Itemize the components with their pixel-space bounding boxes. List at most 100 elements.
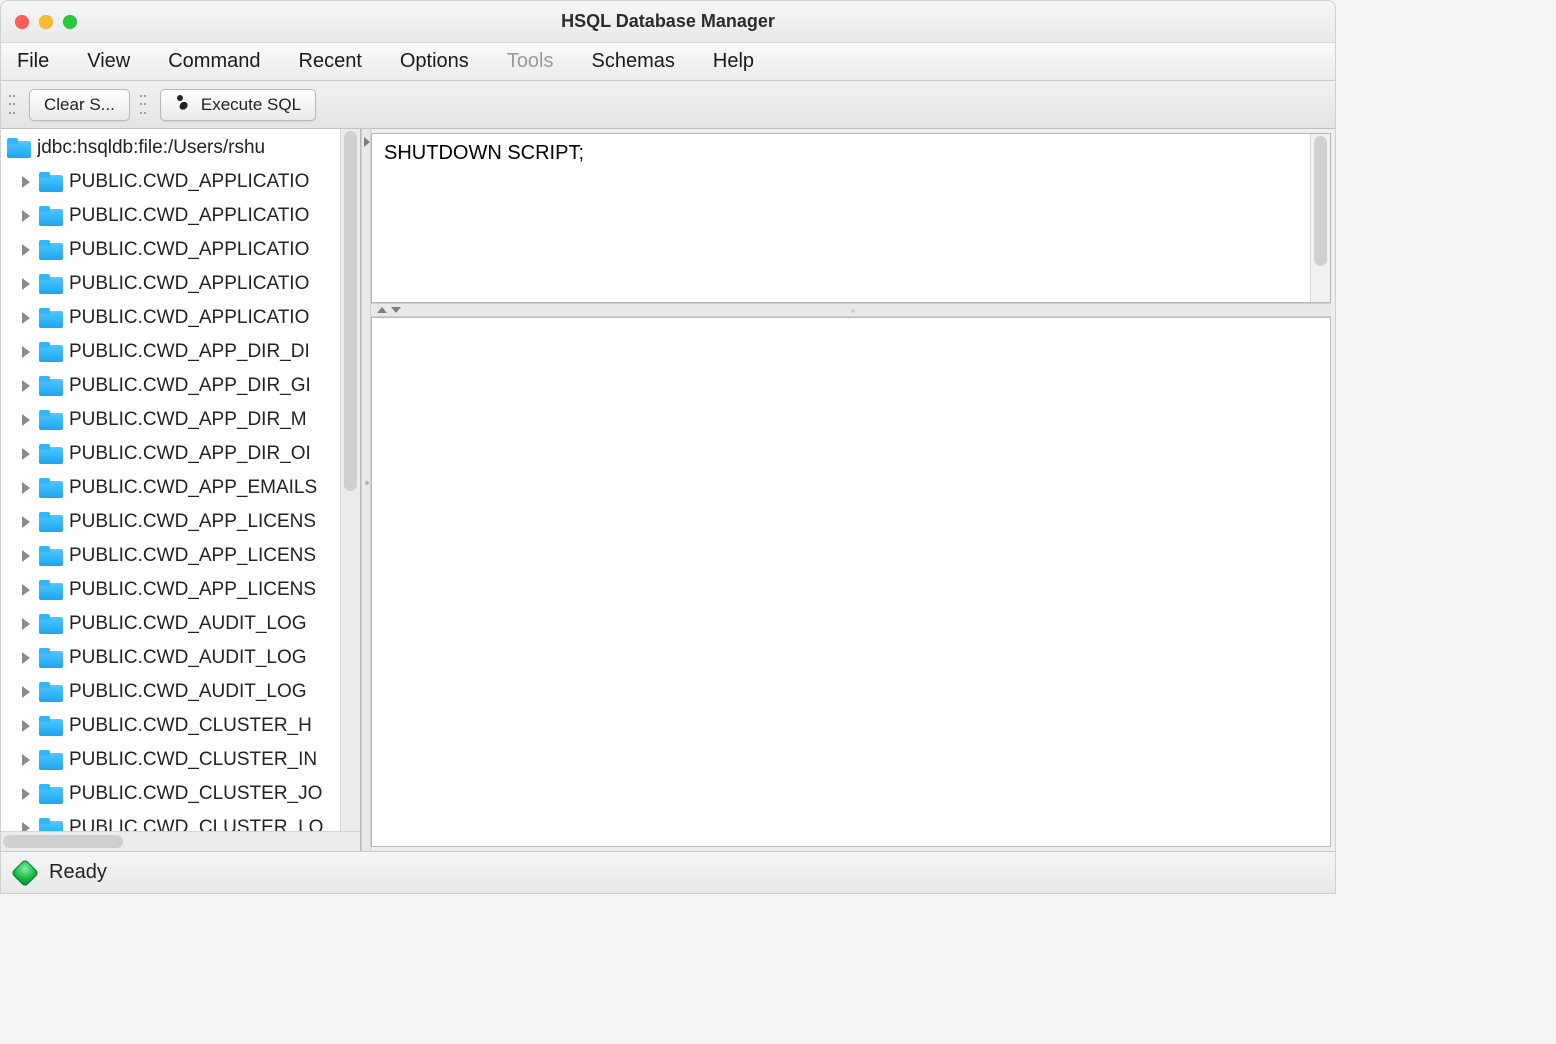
folder-icon xyxy=(39,478,63,498)
menu-tools: Tools xyxy=(499,46,562,77)
menu-file[interactable]: File xyxy=(9,46,57,77)
scrollbar-thumb[interactable] xyxy=(3,835,123,848)
chevron-right-icon xyxy=(19,344,35,360)
tree-item[interactable]: PUBLIC.CWD_APPLICATIO xyxy=(5,301,360,335)
tree-item[interactable]: PUBLIC.CWD_AUDIT_LOG xyxy=(5,607,360,641)
chevron-right-icon xyxy=(19,684,35,700)
tree-root[interactable]: jdbc:hsqldb:file:/Users/rshu xyxy=(5,131,360,165)
chevron-right-icon xyxy=(19,174,35,190)
chevron-right-icon xyxy=(19,480,35,496)
status-text: Ready xyxy=(49,861,107,884)
folder-icon xyxy=(39,410,63,430)
chevron-right-icon xyxy=(19,378,35,394)
editor-vertical-scrollbar[interactable] xyxy=(1310,134,1330,302)
tree-item[interactable]: PUBLIC.CWD_AUDIT_LOG xyxy=(5,641,360,675)
menu-view[interactable]: View xyxy=(79,46,138,77)
tree-item[interactable]: PUBLIC.CWD_APP_LICENS xyxy=(5,505,360,539)
folder-icon xyxy=(39,206,63,226)
chevron-right-icon xyxy=(19,718,35,734)
schema-tree-scroll[interactable]: jdbc:hsqldb:file:/Users/rshu PUBLIC.CWD_… xyxy=(1,129,360,831)
tree-item-label: PUBLIC.CWD_AUDIT_LOG xyxy=(69,647,307,669)
folder-icon xyxy=(39,614,63,634)
menu-options[interactable]: Options xyxy=(392,46,477,77)
tree-item-label: PUBLIC.CWD_CLUSTER_H xyxy=(69,715,312,737)
folder-icon xyxy=(39,716,63,736)
tree-item-label: PUBLIC.CWD_APP_LICENS xyxy=(69,579,316,601)
schema-tree[interactable]: jdbc:hsqldb:file:/Users/rshu PUBLIC.CWD_… xyxy=(1,129,360,831)
scrollbar-thumb[interactable] xyxy=(1314,136,1327,266)
sql-input[interactable] xyxy=(372,134,1310,302)
folder-icon xyxy=(39,580,63,600)
schema-tree-panel: jdbc:hsqldb:file:/Users/rshu PUBLIC.CWD_… xyxy=(1,129,361,851)
chevron-right-icon xyxy=(19,310,35,326)
tree-item[interactable]: PUBLIC.CWD_APP_DIR_GI xyxy=(5,369,360,403)
menu-command[interactable]: Command xyxy=(160,46,268,77)
chevron-right-icon xyxy=(19,412,35,428)
chevron-right-icon xyxy=(19,582,35,598)
folder-icon xyxy=(39,444,63,464)
tree-item[interactable]: PUBLIC.CWD_CLUSTER_JO xyxy=(5,777,360,811)
tree-item-label: PUBLIC.CWD_AUDIT_LOG xyxy=(69,613,307,635)
clear-sql-label: Clear S... xyxy=(44,95,115,115)
splitter-grip-icon xyxy=(851,309,855,313)
window-controls xyxy=(15,15,77,29)
scrollbar-thumb[interactable] xyxy=(344,131,357,491)
tree-item[interactable]: PUBLIC.CWD_APPLICATIO xyxy=(5,267,360,301)
tree-item[interactable]: PUBLIC.CWD_CLUSTER_H xyxy=(5,709,360,743)
tree-item-label: PUBLIC.CWD_APPLICATIO xyxy=(69,239,309,261)
folder-icon xyxy=(7,138,31,158)
toolbar-grip-icon xyxy=(140,92,148,118)
tree-item[interactable]: PUBLIC.CWD_APP_LICENS xyxy=(5,539,360,573)
folder-icon xyxy=(39,818,63,831)
tree-item[interactable]: PUBLIC.CWD_APPLICATIO xyxy=(5,199,360,233)
tree-item-label: PUBLIC.CWD_CLUSTER_JO xyxy=(69,783,322,805)
execute-sql-button[interactable]: Execute SQL xyxy=(160,89,316,121)
tree-item[interactable]: PUBLIC.CWD_CLUSTER_IN xyxy=(5,743,360,777)
menu-recent[interactable]: Recent xyxy=(291,46,370,77)
tree-item-label: PUBLIC.CWD_CLUSTER_IN xyxy=(69,749,317,771)
tree-item-label: PUBLIC.CWD_APP_LICENS xyxy=(69,545,316,567)
tree-vertical-scrollbar[interactable] xyxy=(340,129,360,831)
app-window: HSQL Database Manager File View Command … xyxy=(0,0,1336,894)
tree-item-label: PUBLIC.CWD_APP_LICENS xyxy=(69,511,316,533)
window-title: HSQL Database Manager xyxy=(1,11,1335,32)
folder-icon xyxy=(39,648,63,668)
horizontal-splitter[interactable] xyxy=(371,303,1331,317)
tree-item[interactable]: PUBLIC.CWD_APPLICATIO xyxy=(5,233,360,267)
chevron-right-icon xyxy=(19,514,35,530)
tree-item[interactable]: PUBLIC.CWD_APP_DIR_OI xyxy=(5,437,360,471)
chevron-right-icon xyxy=(19,276,35,292)
folder-icon xyxy=(39,682,63,702)
folder-icon xyxy=(39,512,63,532)
tree-horizontal-scrollbar[interactable] xyxy=(1,831,360,851)
tree-item[interactable]: PUBLIC.CWD_CLUSTER_LO xyxy=(5,811,360,831)
zoom-window-button[interactable] xyxy=(63,15,77,29)
splitter-grip-icon xyxy=(365,481,369,485)
folder-icon xyxy=(39,342,63,362)
tree-item[interactable]: PUBLIC.CWD_APP_EMAILS xyxy=(5,471,360,505)
close-window-button[interactable] xyxy=(15,15,29,29)
toolbar: Clear S... Execute SQL xyxy=(1,81,1335,129)
toolbar-grip-icon xyxy=(9,92,17,118)
tree-item-label: PUBLIC.CWD_APPLICATIO xyxy=(69,171,309,193)
right-panel xyxy=(371,129,1335,851)
chevron-right-icon xyxy=(19,820,35,831)
tree-item-label: PUBLIC.CWD_APPLICATIO xyxy=(69,307,309,329)
vertical-splitter[interactable] xyxy=(361,129,371,851)
tree-item[interactable]: PUBLIC.CWD_APP_LICENS xyxy=(5,573,360,607)
minimize-window-button[interactable] xyxy=(39,15,53,29)
execute-sql-label: Execute SQL xyxy=(201,95,301,115)
tree-item-label: PUBLIC.CWD_APPLICATIO xyxy=(69,205,309,227)
tree-item-label: PUBLIC.CWD_APP_EMAILS xyxy=(69,477,317,499)
clear-sql-button[interactable]: Clear S... xyxy=(29,89,130,121)
tree-item[interactable]: PUBLIC.CWD_APP_DIR_M xyxy=(5,403,360,437)
menu-schemas[interactable]: Schemas xyxy=(584,46,683,77)
menu-help[interactable]: Help xyxy=(705,46,762,77)
tree-item[interactable]: PUBLIC.CWD_APP_DIR_DI xyxy=(5,335,360,369)
folder-icon xyxy=(39,308,63,328)
chevron-down-icon xyxy=(391,307,401,313)
results-panel[interactable] xyxy=(371,317,1331,847)
tree-item[interactable]: PUBLIC.CWD_AUDIT_LOG xyxy=(5,675,360,709)
chevron-right-icon xyxy=(19,786,35,802)
tree-item[interactable]: PUBLIC.CWD_APPLICATIO xyxy=(5,165,360,199)
